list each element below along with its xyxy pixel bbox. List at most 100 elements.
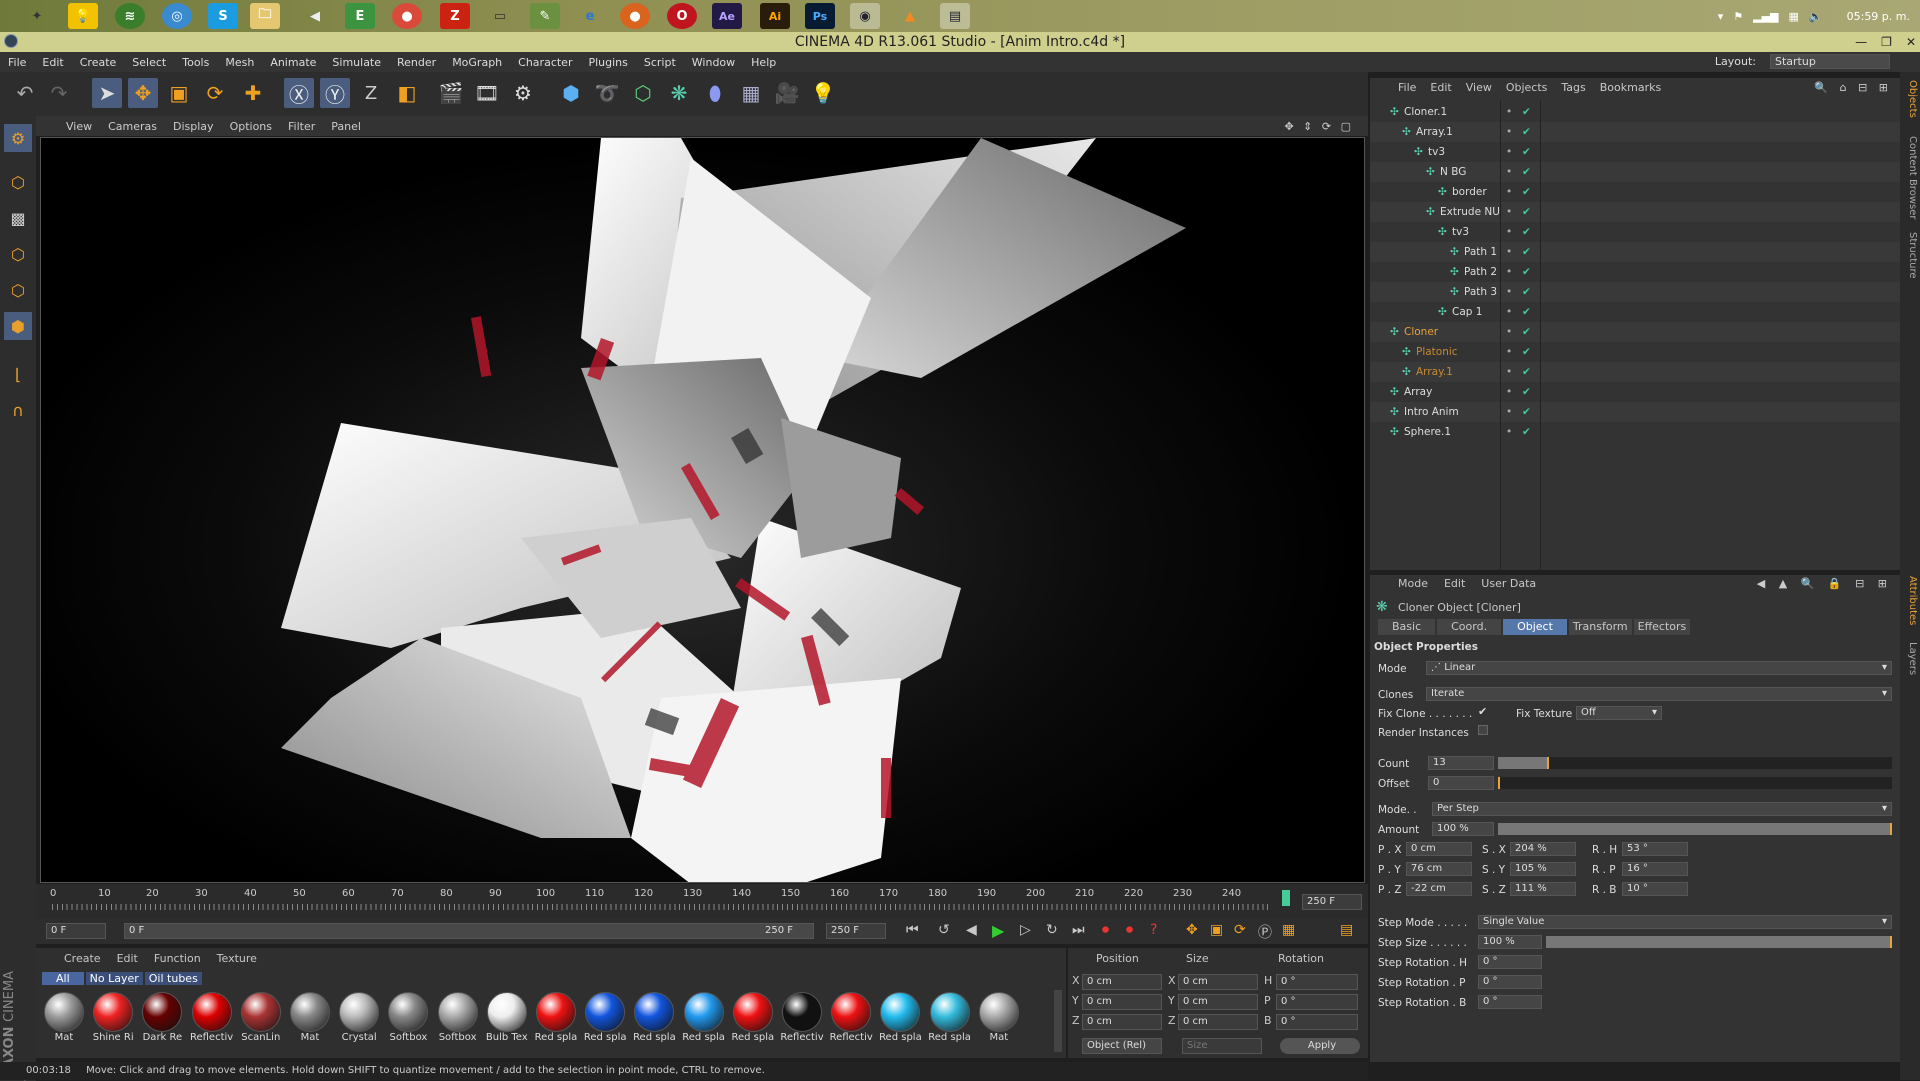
deformer-icon[interactable]: ⬮ [700, 78, 730, 108]
texture-mode-icon[interactable]: ▩ [4, 204, 32, 232]
tab-coord[interactable]: Coord. [1437, 619, 1502, 635]
visibility-dots-icon[interactable]: • [1506, 222, 1512, 242]
material-swatch[interactable]: Red spla [534, 990, 578, 1052]
object-row[interactable]: ✣ Platonic • ✔ [1370, 342, 1900, 362]
minimize-button[interactable]: — [1855, 32, 1867, 52]
mat-menu-edit[interactable]: Edit [117, 950, 138, 968]
pos-x-field[interactable]: 0 cm [1082, 974, 1162, 990]
step-mode-select[interactable]: Single Value ▾ [1478, 915, 1892, 929]
obj-menu-objects[interactable]: Objects [1506, 78, 1548, 98]
rot-b-input[interactable]: 10 ° [1622, 882, 1688, 896]
menu-edit[interactable]: Edit [34, 56, 71, 69]
offset-slider[interactable] [1498, 777, 1892, 789]
menu-mesh[interactable]: Mesh [217, 56, 262, 69]
snap-magnet-icon[interactable]: ∩ [4, 396, 32, 424]
object-row[interactable]: ✣ Sphere.1 • ✔ [1370, 422, 1900, 442]
enabled-check-icon[interactable]: ✔ [1522, 222, 1531, 242]
visibility-dots-icon[interactable]: • [1506, 382, 1512, 402]
offset-field[interactable]: 0 [1428, 776, 1494, 790]
autokey-icon[interactable]: ⏺ [1126, 922, 1133, 938]
model-mode-icon[interactable]: ⬡ [4, 168, 32, 196]
close-button[interactable]: ✕ [1906, 32, 1916, 52]
menu-tools[interactable]: Tools [174, 56, 217, 69]
rot-b-field[interactable]: 0 ° [1276, 1014, 1358, 1030]
step-calc-mode-select[interactable]: Per Step ▾ [1432, 802, 1892, 816]
material-swatch[interactable]: Crystal [337, 990, 381, 1052]
key-param-icon[interactable]: Ⓟ [1258, 922, 1272, 942]
spotify-taskbar-icon[interactable]: ≋ [115, 3, 145, 29]
nurbs-icon[interactable]: ⬡ [628, 78, 658, 108]
visibility-dots-icon[interactable]: • [1506, 162, 1512, 182]
material-swatch[interactable]: Reflectiv [190, 990, 234, 1052]
timeline-ruler[interactable]: 0 10 20 30 40 50 60 70 80 90 100 110 120… [36, 884, 1368, 918]
obj-menu-file[interactable]: File [1398, 78, 1416, 98]
end-frame-field[interactable]: 250 F [1302, 894, 1362, 910]
key-position-icon[interactable]: ✥ [1186, 922, 1198, 938]
object-row[interactable]: ✣ border • ✔ [1370, 182, 1900, 202]
undo-icon[interactable]: ↶ [10, 78, 40, 108]
y-axis-lock-icon[interactable]: Ⓨ [320, 78, 350, 108]
vp-menu-panel[interactable]: Panel [323, 120, 369, 133]
visibility-dots-icon[interactable]: • [1506, 182, 1512, 202]
obj-menu-edit[interactable]: Edit [1430, 78, 1451, 98]
visibility-dots-icon[interactable]: • [1506, 402, 1512, 422]
redo-icon[interactable]: ↷ [44, 78, 74, 108]
enabled-check-icon[interactable]: ✔ [1522, 262, 1531, 282]
network-icon[interactable]: ▦ [1789, 10, 1799, 23]
render-instances-checkbox[interactable] [1478, 725, 1488, 735]
vlc-taskbar-icon[interactable]: ◀ [300, 3, 330, 29]
clones-select[interactable]: Iterate ▾ [1426, 687, 1892, 701]
amount-field[interactable]: 100 % [1432, 822, 1494, 836]
menu-create[interactable]: Create [72, 56, 125, 69]
material-swatch[interactable]: Dark Re [140, 990, 184, 1052]
visibility-dots-icon[interactable]: • [1506, 242, 1512, 262]
object-row[interactable]: ✣ Path 1 • ✔ [1370, 242, 1900, 262]
rot-h-input[interactable]: 53 ° [1622, 842, 1688, 856]
enabled-check-icon[interactable]: ✔ [1522, 182, 1531, 202]
object-row[interactable]: ✣ tv3 • ✔ [1370, 142, 1900, 162]
menu-mograph[interactable]: MoGraph [444, 56, 510, 69]
material-swatch[interactable]: Mat [42, 990, 86, 1052]
mat-menu-function[interactable]: Function [154, 950, 201, 968]
tab-objects[interactable]: Objects [1902, 80, 1918, 118]
pos-y-input[interactable]: 76 cm [1406, 862, 1472, 876]
tab-layers[interactable]: Layers [1902, 642, 1918, 675]
range-slider[interactable]: 0 F 250 F [124, 923, 814, 939]
rot-p-input[interactable]: 16 ° [1622, 862, 1688, 876]
material-swatch[interactable]: Shine Ri [91, 990, 135, 1052]
folder-taskbar-icon[interactable]: 🗀 [250, 3, 280, 29]
bulb-taskbar-icon[interactable]: 💡 [68, 3, 98, 29]
key-pla-icon[interactable]: ▦ [1282, 922, 1295, 938]
photoshop-taskbar-icon[interactable]: Ps [805, 3, 835, 29]
object-row[interactable]: ✣ Cap 1 • ✔ [1370, 302, 1900, 322]
next-frame-icon[interactable]: ▷ [1020, 922, 1031, 938]
tab-effectors[interactable]: Effectors [1633, 619, 1691, 635]
illustrator-taskbar-icon[interactable]: Ai [760, 3, 790, 29]
material-swatch[interactable]: Softbox [436, 990, 480, 1052]
goto-start-icon[interactable]: ⏮ [906, 922, 919, 938]
move-tool-icon[interactable]: ✥ [128, 78, 158, 108]
enabled-check-icon[interactable]: ✔ [1522, 102, 1531, 122]
rot-h-field[interactable]: 0 ° [1276, 974, 1358, 990]
vp-menu-cameras[interactable]: Cameras [100, 120, 165, 133]
step-size-slider[interactable] [1546, 936, 1892, 948]
tab-object[interactable]: Object [1503, 619, 1567, 635]
skype-taskbar-icon[interactable]: S [208, 3, 238, 29]
obj-menu-bookmarks[interactable]: Bookmarks [1600, 78, 1661, 98]
material-swatch[interactable]: Red spla [731, 990, 775, 1052]
prev-frame-icon[interactable]: ◀ [966, 922, 977, 938]
restore-button[interactable]: ❐ [1881, 32, 1892, 52]
chrome-taskbar-icon[interactable]: ● [392, 3, 422, 29]
z-axis-lock-icon[interactable]: Z [356, 78, 386, 108]
menu-render[interactable]: Render [389, 56, 444, 69]
step-rotation-b-field[interactable]: 0 ° [1478, 995, 1542, 1009]
menu-plugins[interactable]: Plugins [580, 56, 635, 69]
tab-transform[interactable]: Transform [1568, 619, 1632, 635]
chevron-up-icon[interactable]: ▾ [1718, 10, 1724, 23]
cinema4d-taskbar-icon[interactable]: ✦ [22, 3, 52, 29]
light-icon[interactable]: 💡 [808, 78, 838, 108]
material-swatch[interactable]: Mat [288, 990, 332, 1052]
material-swatch[interactable]: Bulb Tex [485, 990, 529, 1052]
enabled-check-icon[interactable]: ✔ [1522, 422, 1531, 442]
object-row[interactable]: ✣ Array.1 • ✔ [1370, 362, 1900, 382]
